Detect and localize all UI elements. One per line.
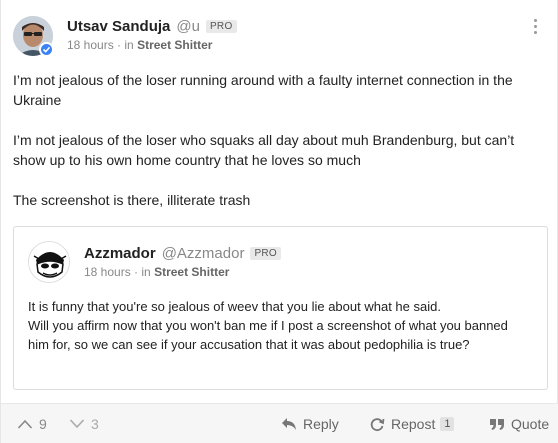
repost-icon bbox=[370, 418, 385, 432]
quoted-author-name[interactable]: Azzmador bbox=[84, 245, 156, 262]
upvote-button[interactable]: 9 bbox=[17, 404, 47, 443]
post-body: I’m not jealous of the loser running aro… bbox=[13, 70, 543, 230]
post-actions: 9 3 Reply Repost 1 Quote bbox=[1, 403, 558, 443]
post-card: Utsav Sanduja @u PRO 18 hours · in Stree… bbox=[0, 0, 558, 443]
quote-marks-icon bbox=[490, 419, 504, 430]
reply-button[interactable]: Reply bbox=[281, 404, 339, 443]
quoted-paragraph: Will you affirm now that you won't ban m… bbox=[28, 318, 508, 352]
meta-separator: · bbox=[117, 38, 122, 52]
quoted-avatar-image bbox=[29, 242, 69, 282]
meta-separator: · bbox=[134, 265, 139, 279]
upvote-count: 9 bbox=[39, 416, 47, 432]
reply-arrow-icon bbox=[282, 418, 296, 430]
quoted-author-handle[interactable]: @Azzmador bbox=[162, 245, 245, 262]
author-line: Utsav Sanduja @u PRO bbox=[67, 16, 237, 36]
forum-link[interactable]: Street Shitter bbox=[137, 38, 212, 52]
post-paragraph: The screenshot is there, illiterate tras… bbox=[13, 192, 251, 208]
downvote-count: 3 bbox=[91, 416, 99, 432]
repost-button[interactable]: Repost 1 bbox=[369, 404, 455, 443]
quote-label: Quote bbox=[511, 416, 550, 432]
in-label: in bbox=[124, 38, 134, 52]
pro-badge: PRO bbox=[205, 19, 237, 33]
quoted-author-line: Azzmador @Azzmador PRO bbox=[84, 243, 282, 263]
post-paragraph: I’m not jealous of the loser who squaks … bbox=[13, 132, 515, 168]
quote-button[interactable]: Quote bbox=[489, 404, 549, 443]
chevron-up-icon bbox=[17, 419, 33, 429]
post-time[interactable]: 18 hours bbox=[67, 38, 114, 52]
quoted-forum-link[interactable]: Street Shitter bbox=[154, 265, 229, 279]
post-header: Utsav Sanduja @u PRO 18 hours · in Stree… bbox=[13, 14, 543, 58]
downvote-button[interactable]: 3 bbox=[69, 404, 99, 443]
reply-label: Reply bbox=[303, 416, 339, 432]
post-meta: 18 hours · in Street Shitter bbox=[67, 38, 212, 52]
more-options-icon[interactable] bbox=[527, 16, 543, 36]
quoted-body: It is funny that you're so jealous of we… bbox=[28, 297, 528, 354]
quoted-post[interactable]: Azzmador @Azzmador PRO 18 hours · in Str… bbox=[13, 226, 548, 390]
repost-count: 1 bbox=[440, 417, 455, 431]
quoted-time[interactable]: 18 hours bbox=[84, 265, 131, 279]
quoted-pro-badge: PRO bbox=[250, 246, 282, 260]
author-handle[interactable]: @u bbox=[176, 18, 200, 35]
quoted-paragraph: It is funny that you're so jealous of we… bbox=[28, 299, 441, 314]
author-name[interactable]: Utsav Sanduja bbox=[67, 18, 170, 35]
quoted-avatar[interactable] bbox=[28, 241, 70, 283]
post-paragraph: I’m not jealous of the loser running aro… bbox=[13, 72, 513, 108]
repost-label: Repost bbox=[391, 416, 436, 432]
in-label: in bbox=[141, 265, 151, 279]
chevron-down-icon bbox=[69, 419, 85, 429]
quoted-meta: 18 hours · in Street Shitter bbox=[84, 265, 229, 279]
verified-badge-icon bbox=[39, 42, 54, 57]
